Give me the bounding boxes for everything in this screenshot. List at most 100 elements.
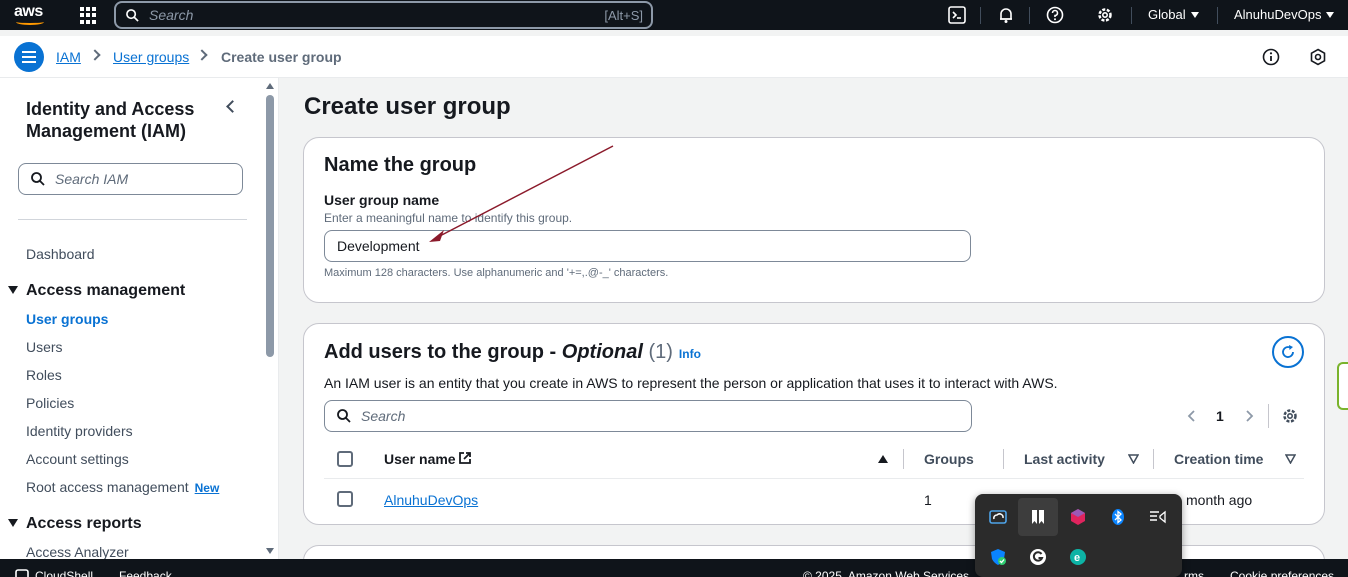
region-label: Global [1148, 7, 1186, 22]
page-title: Create user group [304, 93, 511, 120]
footer-feedback[interactable]: Feedback [119, 569, 172, 577]
sidebar-item-root-access-management[interactable]: Root access management New [26, 479, 219, 495]
sort-ascending-icon[interactable] [878, 455, 888, 463]
global-search-input[interactable]: Search [Alt+S] [114, 1, 653, 29]
divider [1029, 7, 1030, 24]
caret-down-icon [1326, 12, 1335, 18]
app-cube-icon[interactable] [1069, 508, 1087, 526]
collapse-sidebar-icon[interactable] [226, 100, 239, 113]
sidebar-item-user-groups[interactable]: User groups [26, 311, 108, 327]
chevron-right-icon [89, 49, 101, 61]
sidebar-item-identity-providers[interactable]: Identity providers [26, 423, 133, 439]
user-group-name-constraint: Maximum 128 characters. Use alphanumeric… [324, 267, 669, 279]
info-circle-icon[interactable] [1262, 48, 1280, 66]
sidebar-item-roles[interactable]: Roles [26, 367, 62, 383]
sort-icon[interactable] [1285, 454, 1296, 464]
cloudshell-icon [15, 569, 29, 577]
divider [1217, 7, 1218, 24]
expand-triangle-icon[interactable] [8, 519, 18, 527]
search-icon [31, 172, 45, 186]
add-users-heading: Add users to the group - Optional (1) Inf… [324, 341, 701, 364]
side-panel-tab[interactable] [1337, 362, 1348, 410]
divider [1003, 449, 1004, 469]
select-all-checkbox[interactable] [337, 451, 353, 467]
aws-logo[interactable]: aws [14, 4, 48, 26]
menu-toggle-button[interactable] [14, 42, 44, 72]
security-shield-icon[interactable] [989, 548, 1007, 566]
column-header-groups[interactable]: Groups [924, 451, 974, 467]
header-divider [324, 478, 1304, 479]
edge-icon[interactable]: e [1069, 548, 1087, 566]
region-selector[interactable]: Global [1148, 7, 1199, 22]
search-placeholder: Search [149, 7, 194, 23]
account-menu[interactable]: AlnuhuDevOps [1234, 7, 1335, 22]
sidebar-title: Identity and Access Management (IAM) [26, 99, 195, 141]
user-group-name-value: Development [337, 238, 420, 254]
search-icon [337, 409, 351, 423]
cloudshell-icon[interactable] [948, 6, 966, 24]
chevron-right-icon [196, 49, 208, 61]
sidebar-section-access-reports[interactable]: Access reports [26, 515, 142, 533]
scroll-down-arrow[interactable] [266, 548, 274, 554]
sidebar-item-users[interactable]: Users [26, 339, 63, 355]
optional-label: Optional [561, 341, 643, 363]
breadcrumb-current: Create user group [221, 49, 342, 65]
add-users-description: An IAM user is an entity that you create… [324, 375, 1058, 391]
caret-down-icon [1190, 12, 1199, 18]
onedrive-icon[interactable] [989, 508, 1007, 526]
user-creation-time: month ago [1186, 492, 1253, 508]
new-badge: New [194, 481, 220, 495]
grammarly-icon[interactable] [1029, 548, 1047, 566]
column-header-creation-time[interactable]: Creation time [1174, 451, 1263, 467]
divider [18, 219, 247, 220]
account-label: AlnuhuDevOps [1234, 7, 1322, 22]
footer-copyright: © 2025, Amazon Web Services [803, 569, 970, 577]
divider [1268, 404, 1269, 428]
annotation-arrow [429, 145, 614, 242]
expand-triangle-icon[interactable] [8, 286, 18, 294]
breadcrumb-iam[interactable]: IAM [56, 49, 81, 65]
scroll-up-arrow[interactable] [266, 83, 274, 89]
row-checkbox[interactable] [337, 491, 353, 507]
sidebar-item-access-analyzer[interactable]: Access Analyzer [26, 544, 129, 559]
gear-icon[interactable] [1281, 407, 1299, 425]
help-icon[interactable] [1046, 6, 1064, 24]
sidebar-section-access-management[interactable]: Access management [26, 282, 185, 300]
column-header-last-activity[interactable]: Last activity [1024, 451, 1105, 467]
user-groups-count: 1 [924, 492, 932, 508]
user-name-link[interactable]: AlnuhuDevOps [384, 492, 478, 508]
column-header-user-name[interactable]: User name [384, 451, 456, 467]
sort-icon[interactable] [1128, 454, 1139, 464]
footer-cookie-preferences[interactable]: Cookie preferences [1230, 569, 1334, 577]
sidebar-item-policies[interactable]: Policies [26, 395, 74, 411]
bluetooth-icon[interactable] [1109, 508, 1127, 526]
top-navigation-bar: aws Search [Alt+S] Global AlnuhuDevOps [0, 0, 1348, 30]
users-search-input[interactable]: Search [324, 400, 972, 432]
bell-icon[interactable] [997, 6, 1015, 24]
footer-cloudshell[interactable]: CloudShell [35, 569, 93, 577]
search-shortcut: [Alt+S] [604, 7, 643, 23]
breadcrumb-user-groups[interactable]: User groups [113, 49, 189, 65]
divider [1153, 449, 1154, 469]
info-link[interactable]: Info [679, 347, 701, 361]
refresh-button[interactable] [1272, 336, 1304, 368]
aws-smile-icon [16, 19, 44, 25]
projector-icon[interactable] [1149, 508, 1167, 526]
search-icon [126, 8, 139, 22]
users-search-placeholder: Search [361, 408, 406, 424]
divider [278, 78, 279, 559]
footer-terms[interactable]: rms [1184, 569, 1204, 577]
services-grid-icon[interactable] [80, 7, 97, 24]
sidebar-item-account-settings[interactable]: Account settings [26, 451, 129, 467]
chevron-right-icon[interactable] [1244, 410, 1254, 422]
page-number[interactable]: 1 [1216, 408, 1224, 424]
sidebar-item-dashboard[interactable]: Dashboard [26, 246, 95, 262]
gear-icon[interactable] [1096, 6, 1114, 24]
bookmark-app-icon[interactable] [1029, 508, 1047, 526]
settings-hexagon-icon[interactable] [1309, 48, 1327, 66]
svg-text:e: e [1074, 552, 1080, 564]
chevron-left-icon[interactable] [1187, 410, 1197, 422]
sidebar-search-input[interactable]: Search IAM [18, 163, 243, 195]
sidebar-item-label: Root access management [26, 479, 189, 495]
sidebar-scrollbar[interactable] [266, 95, 274, 357]
